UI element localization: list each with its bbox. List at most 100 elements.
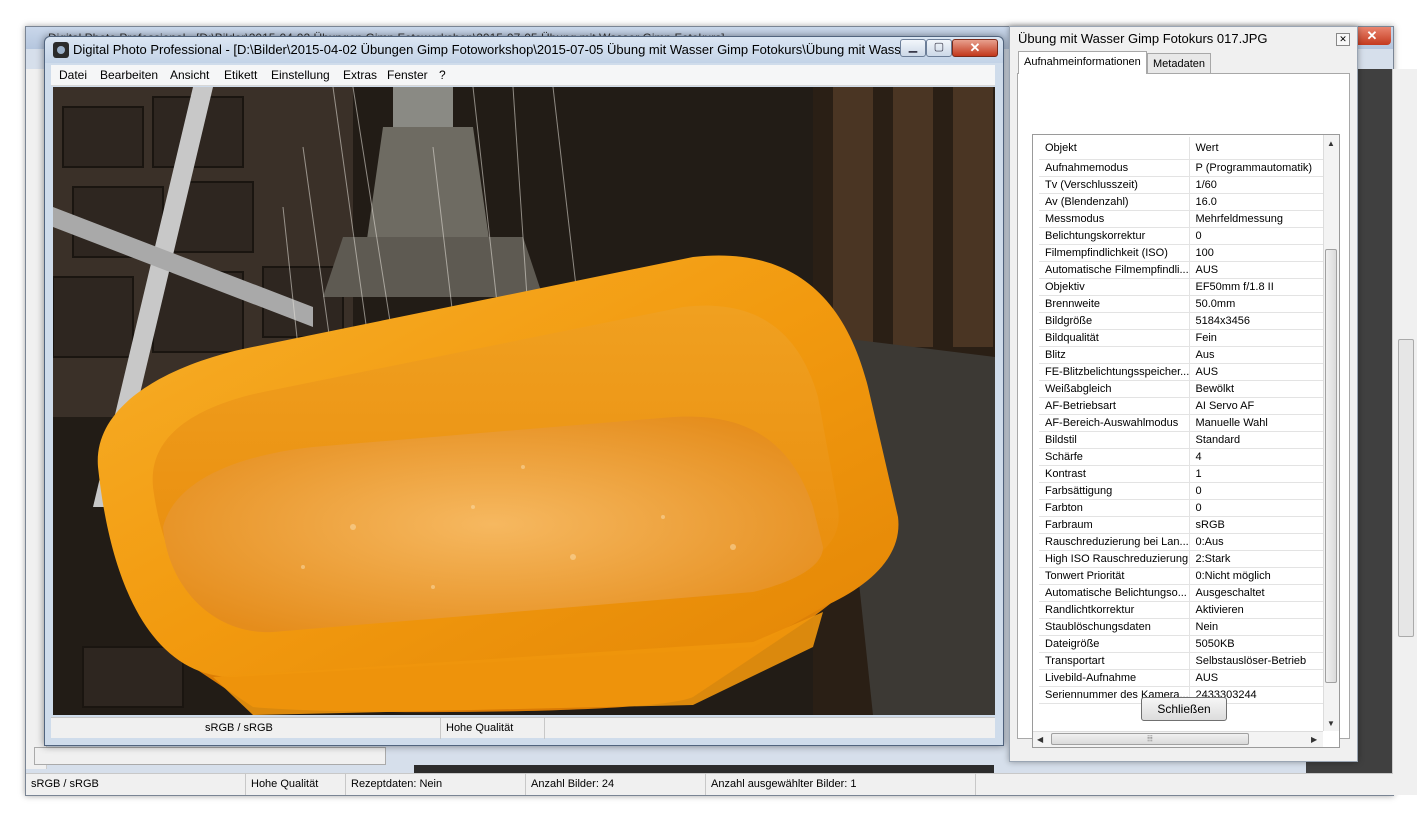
row-wert: sRGB xyxy=(1189,516,1325,534)
table-row[interactable]: Bildstil Standard xyxy=(1039,431,1325,449)
table-row[interactable]: Filmempfindlichkeit (ISO) 100 xyxy=(1039,244,1325,262)
scroll-up-icon[interactable]: ▲ xyxy=(1327,139,1335,148)
photo-preview[interactable] xyxy=(53,87,995,715)
table-row[interactable]: Randlichtkorrektur Aktivieren xyxy=(1039,601,1325,619)
viewer-status-bar: sRGB / sRGB Hohe Qualität xyxy=(51,717,995,739)
table-row[interactable]: High ISO Rauschreduzierung 2:Stark xyxy=(1039,550,1325,568)
table-row[interactable]: Rauschreduzierung bei Lan... 0:Aus xyxy=(1039,533,1325,551)
table-row[interactable]: Belichtungskorrektur 0 xyxy=(1039,227,1325,245)
image-viewer-window: Digital Photo Professional - [D:\Bilder\… xyxy=(44,36,1004,746)
table-row[interactable]: Messmodus Mehrfeldmessung xyxy=(1039,210,1325,228)
menu-datei[interactable]: Datei xyxy=(59,65,87,85)
table-row[interactable]: Transportart Selbstauslöser-Betrieb xyxy=(1039,652,1325,670)
table-row[interactable]: Bildgröße 5184x3456 xyxy=(1039,312,1325,330)
menu-extras[interactable]: Extras xyxy=(343,65,377,85)
scroll-left-icon[interactable]: ◀ xyxy=(1037,735,1043,744)
row-wert: Fein xyxy=(1189,329,1325,347)
status-color-space: sRGB / sRGB xyxy=(26,774,246,795)
menu-ansicht[interactable]: Ansicht xyxy=(170,65,209,85)
row-objekt: Schärfe xyxy=(1039,448,1190,466)
table-row[interactable]: Tonwert Priorität 0:Nicht möglich xyxy=(1039,567,1325,585)
row-wert: P (Programmautomatik) xyxy=(1189,159,1325,177)
table-vertical-scroll-thumb[interactable] xyxy=(1325,249,1337,683)
tab-metadaten[interactable]: Metadaten xyxy=(1147,53,1211,73)
menu-bar: Datei Bearbeiten Ansicht Etikett Einstel… xyxy=(51,65,995,86)
viewer-title: Digital Photo Professional - [D:\Bilder\… xyxy=(73,42,915,57)
row-objekt: FE-Blitzbelichtungsspeicher... xyxy=(1039,363,1190,381)
close-button[interactable]: ✕ xyxy=(952,39,998,57)
table-row[interactable]: Tv (Verschlusszeit) 1/60 xyxy=(1039,176,1325,194)
row-objekt: Tonwert Priorität xyxy=(1039,567,1190,585)
status-quality: Hohe Qualität xyxy=(246,774,346,795)
menu-bearbeiten[interactable]: Bearbeiten xyxy=(100,65,158,85)
row-objekt: Farbton xyxy=(1039,499,1190,517)
table-header: Objekt Wert xyxy=(1039,137,1325,160)
table-row[interactable]: Dateigröße 5050KB xyxy=(1039,635,1325,653)
scroll-right-icon[interactable]: ▶ xyxy=(1311,735,1317,744)
menu-etikett[interactable]: Etikett xyxy=(224,65,257,85)
table-row[interactable]: Staublöschungsdaten Nein xyxy=(1039,618,1325,636)
table-row[interactable]: Livebild-Aufnahme AUS xyxy=(1039,669,1325,687)
info-table: Objekt Wert Aufnahmemodus P (Programmauto… xyxy=(1032,134,1340,748)
table-row[interactable]: Weißabgleich Bewölkt xyxy=(1039,380,1325,398)
table-row[interactable]: Av (Blendenzahl) 16.0 xyxy=(1039,193,1325,211)
main-scrollbar-thumb[interactable] xyxy=(1398,339,1414,637)
menu-help[interactable]: ? xyxy=(439,65,446,85)
column-header-objekt[interactable]: Objekt xyxy=(1039,137,1190,160)
row-objekt: Automatische Belichtungso... xyxy=(1039,584,1190,602)
row-objekt: Weißabgleich xyxy=(1039,380,1190,398)
menu-einstellung[interactable]: Einstellung xyxy=(271,65,330,85)
table-row[interactable]: AF-Bereich-Auswahlmodus Manuelle Wahl xyxy=(1039,414,1325,432)
status-recipe: Rezeptdaten: Nein xyxy=(346,774,526,795)
dialog-close-icon[interactable]: ✕ xyxy=(1336,33,1350,46)
table-row[interactable]: Bildqualität Fein xyxy=(1039,329,1325,347)
camera-app-icon xyxy=(53,42,69,58)
folder-horizontal-scrollbar[interactable] xyxy=(34,747,386,765)
tab-aufnahmeinformationen[interactable]: Aufnahmeinformationen xyxy=(1018,51,1147,74)
table-row[interactable]: Brennweite 50.0mm xyxy=(1039,295,1325,313)
viewer-status-quality: Hohe Qualität xyxy=(441,718,545,739)
column-header-wert[interactable]: Wert xyxy=(1189,137,1325,160)
scroll-down-icon[interactable]: ▼ xyxy=(1327,719,1335,728)
row-wert: AUS xyxy=(1189,669,1325,687)
table-row[interactable]: FE-Blitzbelichtungsspeicher... AUS xyxy=(1039,363,1325,381)
row-objekt: Messmodus xyxy=(1039,210,1190,228)
table-row[interactable]: Objektiv EF50mm f/1.8 II xyxy=(1039,278,1325,296)
maximize-button[interactable]: ▢ xyxy=(926,39,952,57)
table-horizontal-scroll-thumb[interactable]: ⦙⦙⦙ xyxy=(1051,733,1249,745)
table-row[interactable]: Farbraum sRGB xyxy=(1039,516,1325,534)
schliessen-button[interactable]: Schließen xyxy=(1141,697,1227,721)
row-wert: 50.0mm xyxy=(1189,295,1325,313)
menu-fenster[interactable]: Fenster xyxy=(387,65,428,85)
row-wert: Ausgeschaltet xyxy=(1189,584,1325,602)
row-wert: 5184x3456 xyxy=(1189,312,1325,330)
table-row[interactable]: AF-Betriebsart AI Servo AF xyxy=(1039,397,1325,415)
table-row[interactable]: Kontrast 1 xyxy=(1039,465,1325,483)
table-row[interactable]: Farbsättigung 0 xyxy=(1039,482,1325,500)
table-row[interactable]: Aufnahmemodus P (Programmautomatik) xyxy=(1039,159,1325,177)
table-row[interactable]: Automatische Filmempfindli... AUS xyxy=(1039,261,1325,279)
row-wert: 2:Stark xyxy=(1189,550,1325,568)
row-objekt: Rauschreduzierung bei Lan... xyxy=(1039,533,1190,551)
row-objekt: Bildqualität xyxy=(1039,329,1190,347)
table-row[interactable]: Automatische Belichtungso... Ausgeschalte… xyxy=(1039,584,1325,602)
row-objekt: Belichtungskorrektur xyxy=(1039,227,1190,245)
row-objekt: Dateigröße xyxy=(1039,635,1190,653)
row-objekt: Filmempfindlichkeit (ISO) xyxy=(1039,244,1190,262)
table-row[interactable]: Farbton 0 xyxy=(1039,499,1325,517)
row-objekt: Staublöschungsdaten xyxy=(1039,618,1190,636)
row-wert: Aktivieren xyxy=(1189,601,1325,619)
table-row[interactable]: Blitz Aus xyxy=(1039,346,1325,364)
row-wert: 16.0 xyxy=(1189,193,1325,211)
main-window-close-button[interactable]: ✕ xyxy=(1353,27,1391,45)
row-wert: Selbstauslöser-Betrieb xyxy=(1189,652,1325,670)
row-objekt: High ISO Rauschreduzierung xyxy=(1039,550,1190,568)
table-row[interactable]: Schärfe 4 xyxy=(1039,448,1325,466)
minimize-button[interactable]: ▁ xyxy=(900,39,926,57)
row-wert: Aus xyxy=(1189,346,1325,364)
row-objekt: Transportart xyxy=(1039,652,1190,670)
row-wert: 1 xyxy=(1189,465,1325,483)
viewer-title-bar[interactable]: Digital Photo Professional - [D:\Bilder\… xyxy=(45,37,1003,63)
row-wert: 0:Nicht möglich xyxy=(1189,567,1325,585)
row-wert: AUS xyxy=(1189,363,1325,381)
